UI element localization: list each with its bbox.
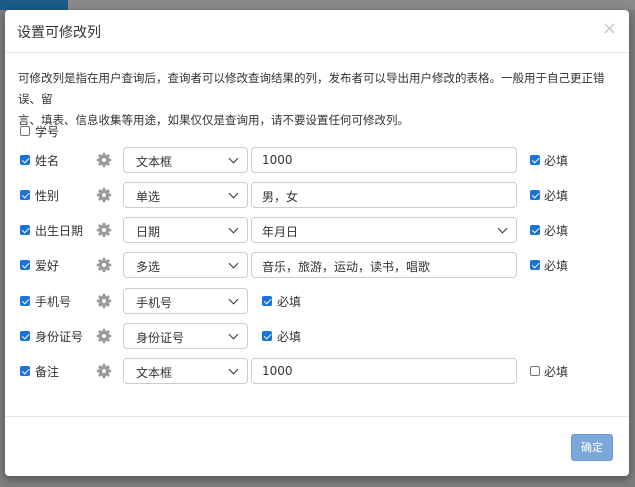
select-value: 日期 (136, 225, 161, 239)
modal-title: 设置可修改列 (17, 25, 101, 41)
field-type-select[interactable]: 多选 (123, 252, 248, 278)
field-label: 身份证号 (35, 330, 84, 344)
chevron-down-icon (497, 223, 508, 234)
modal-header: 设置可修改列 × (5, 10, 629, 53)
field-type-select[interactable]: 文本框 (123, 147, 248, 173)
gear-icon[interactable] (96, 187, 112, 203)
input-value: 1000 (262, 364, 293, 378)
required-checkbox[interactable] (262, 331, 272, 341)
field-checkbox[interactable] (20, 260, 30, 270)
required-checkbox[interactable] (530, 366, 540, 376)
chevron-down-icon (228, 188, 239, 199)
field-checkbox[interactable] (20, 366, 30, 376)
field-checkbox[interactable] (20, 126, 30, 136)
required-label: 必填 (277, 295, 302, 309)
chevron-down-icon (228, 153, 239, 164)
field-label: 手机号 (35, 295, 72, 309)
field-label: 学号 (35, 125, 60, 139)
gear-icon[interactable] (96, 363, 112, 379)
field-checkbox[interactable] (20, 331, 30, 341)
close-icon[interactable]: × (602, 19, 617, 39)
select-value: 文本框 (136, 366, 173, 380)
field-label: 姓名 (35, 154, 60, 168)
gear-icon[interactable] (96, 293, 112, 309)
required-checkbox[interactable] (530, 155, 540, 165)
required-label: 必填 (544, 259, 569, 273)
field-row-name: 姓名 文本框 1000 必填 (5, 147, 629, 173)
required-checkbox[interactable] (530, 190, 540, 200)
field-checkbox[interactable] (20, 190, 30, 200)
required-label: 必填 (544, 189, 569, 203)
input-value: 年月日 (262, 225, 299, 239)
field-type-select[interactable]: 文本框 (123, 358, 248, 384)
gear-icon[interactable] (96, 257, 112, 273)
field-options-input[interactable]: 音乐，旅游，运动，读书，唱歌 (251, 252, 517, 278)
backdrop-strip (0, 0, 635, 10)
field-label: 爱好 (35, 259, 60, 273)
gear-icon[interactable] (96, 222, 112, 238)
required-label: 必填 (544, 224, 569, 238)
field-type-select[interactable]: 日期 (123, 217, 248, 243)
confirm-button[interactable]: 确定 (571, 434, 613, 461)
required-label: 必填 (277, 330, 302, 344)
field-type-select[interactable]: 身份证号 (123, 323, 248, 349)
field-row-remark: 备注 文本框 1000 必填 (5, 358, 629, 384)
date-format-select[interactable]: 年月日 (251, 217, 517, 243)
field-row-birthdate: 出生日期 日期 年月日 必填 (5, 217, 629, 243)
gear-icon[interactable] (96, 152, 112, 168)
chevron-down-icon (228, 329, 239, 340)
field-row-id-number: 身份证号 身份证号 必填 (5, 323, 629, 349)
input-value: 1000 (262, 153, 293, 167)
required-checkbox[interactable] (530, 225, 540, 235)
field-options-input[interactable]: 男，女 (251, 182, 517, 208)
field-label: 备注 (35, 365, 60, 379)
field-options-input[interactable]: 1000 (251, 147, 517, 173)
modal-footer: 确定 (5, 416, 629, 477)
select-value: 多选 (136, 260, 161, 274)
select-value: 身份证号 (136, 331, 185, 345)
required-label: 必填 (544, 154, 569, 168)
field-checkbox[interactable] (20, 155, 30, 165)
chevron-down-icon (228, 258, 239, 269)
set-editable-columns-modal: 设置可修改列 × 可修改列是指在用户查询后，查询者可以修改查询结果的列，发布者可… (5, 10, 629, 476)
required-checkbox[interactable] (530, 260, 540, 270)
input-value: 男，女 (262, 190, 299, 204)
field-type-select[interactable]: 单选 (123, 182, 248, 208)
field-checkbox[interactable] (20, 296, 30, 306)
select-value: 单选 (136, 190, 161, 204)
description-line-1: 可修改列是指在用户查询后，查询者可以修改查询结果的列，发布者可以导出用户修改的表… (18, 71, 605, 106)
field-label: 出生日期 (35, 224, 84, 238)
chevron-down-icon (228, 294, 239, 305)
backdrop-accent (0, 0, 68, 10)
field-row-phone: 手机号 手机号 必填 (5, 288, 629, 314)
field-label: 性别 (35, 189, 60, 203)
chevron-down-icon (228, 364, 239, 375)
chevron-down-icon (228, 223, 239, 234)
field-row-gender: 性别 单选 男，女 必填 (5, 182, 629, 208)
field-type-select[interactable]: 手机号 (123, 288, 248, 314)
field-checkbox[interactable] (20, 225, 30, 235)
field-row-student-id: 学号 (5, 118, 629, 144)
field-options-input[interactable]: 1000 (251, 358, 517, 384)
select-value: 文本框 (136, 155, 173, 169)
required-checkbox[interactable] (262, 296, 272, 306)
gear-icon[interactable] (96, 328, 112, 344)
field-row-hobby: 爱好 多选 音乐，旅游，运动，读书，唱歌 必填 (5, 252, 629, 278)
required-label: 必填 (544, 365, 569, 379)
input-value: 音乐，旅游，运动，读书，唱歌 (262, 260, 431, 274)
select-value: 手机号 (136, 296, 173, 310)
